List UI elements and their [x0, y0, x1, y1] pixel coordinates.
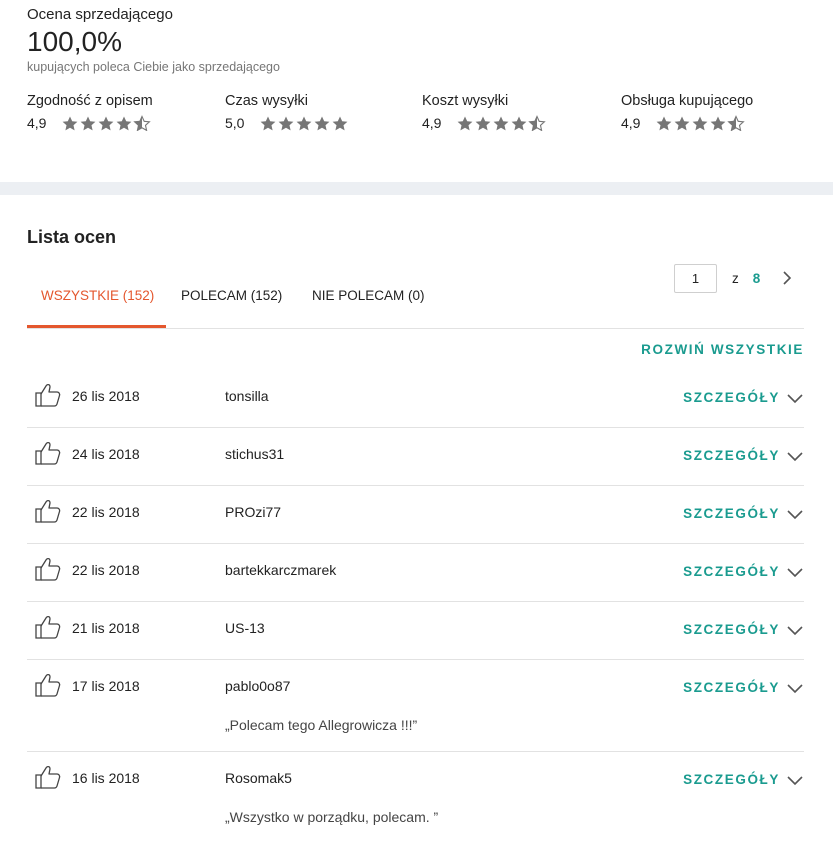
star-full-icon	[710, 116, 726, 131]
criterion-name: Koszt wysyłki	[422, 93, 509, 109]
star-rating	[456, 115, 546, 131]
details-button[interactable]: SZCZEGÓŁY	[683, 390, 780, 405]
tab-all[interactable]: WSZYSTKIE (152)	[41, 288, 154, 328]
pager-of-label: z	[732, 270, 739, 286]
chevron-down-icon[interactable]	[786, 390, 804, 406]
rating-date: 16 lis 2018	[72, 770, 140, 786]
rating-user: US-13	[225, 620, 265, 636]
active-tab-indicator	[27, 325, 166, 328]
star-full-icon	[493, 116, 509, 131]
expand-all-button[interactable]: ROZWIŃ WSZYSTKIE	[641, 342, 804, 357]
star-full-icon	[692, 116, 708, 131]
thumbs-up-icon	[35, 673, 61, 697]
chevron-right-icon	[783, 271, 792, 285]
ratings-list-title: Lista ocen	[27, 227, 117, 247]
criterion-score: 4,9	[621, 115, 641, 131]
criterion-shipping-time: Czas wysyłki 5,0	[225, 92, 415, 131]
tab-not-recommend[interactable]: NIE POLECAM (0)	[312, 288, 425, 328]
rating-row: 26 lis 2018 tonsilla SZCZEGÓŁY	[27, 370, 804, 428]
ratings-list: 26 lis 2018 tonsilla SZCZEGÓŁY 24 lis 2018 s…	[27, 370, 804, 841]
section-divider	[0, 182, 833, 195]
criterion-customer-service: Obsługa kupującego 4,9	[621, 92, 811, 131]
rating-row: 17 lis 2018 pablo0o87 SZCZEGÓŁY „Polecam te…	[27, 660, 804, 752]
rating-user: tonsilla	[225, 388, 269, 404]
criterion-name: Obsługa kupującego	[621, 93, 754, 109]
rating-row: 22 lis 2018 PROzi77 SZCZEGÓŁY	[27, 486, 804, 544]
star-full-icon	[278, 116, 294, 131]
star-full-icon	[260, 116, 276, 131]
summary-label: Ocena sprzedającego	[27, 6, 173, 23]
star-full-icon	[62, 116, 78, 131]
criterion-name: Zgodność z opisem	[27, 93, 153, 109]
next-page-button[interactable]	[779, 270, 795, 286]
rating-date: 22 lis 2018	[72, 562, 140, 578]
details-button[interactable]: SZCZEGÓŁY	[683, 622, 780, 637]
rating-user: stichus31	[225, 446, 285, 462]
star-full-icon	[116, 116, 132, 131]
rating-row: 22 lis 2018 bartekkarczmarek SZCZEGÓŁY	[27, 544, 804, 602]
star-full-icon	[296, 116, 312, 131]
star-half-icon	[528, 115, 546, 131]
rating-comment: „Wszystko w porządku, polecam. ”	[225, 809, 439, 825]
criterion-score: 5,0	[225, 115, 245, 131]
thumbs-up-icon	[35, 499, 61, 523]
details-button[interactable]: SZCZEGÓŁY	[683, 680, 780, 695]
thumbs-up-icon	[35, 615, 61, 639]
criterion-score: 4,9	[422, 115, 442, 131]
thumbs-up-icon	[35, 765, 61, 789]
star-full-icon	[656, 116, 672, 131]
rating-date: 21 lis 2018	[72, 620, 140, 636]
rating-date: 22 lis 2018	[72, 504, 140, 520]
rating-user: bartekkarczmarek	[225, 562, 337, 578]
chevron-down-icon[interactable]	[786, 564, 804, 580]
star-rating	[655, 115, 745, 131]
star-full-icon	[314, 116, 330, 131]
rating-user: pablo0o87	[225, 678, 291, 694]
star-full-icon	[332, 116, 348, 131]
star-rating	[259, 115, 349, 131]
chevron-down-icon[interactable]	[786, 506, 804, 522]
criterion-shipping-cost: Koszt wysyłki 4,9	[422, 92, 612, 131]
pager-total-pages[interactable]: 8	[753, 271, 761, 286]
star-full-icon	[457, 116, 473, 131]
chevron-down-icon[interactable]	[786, 448, 804, 464]
seller-rating-summary: Ocena sprzedającego 100,0% kupujących po…	[27, 0, 827, 182]
star-full-icon	[475, 116, 491, 131]
page-number-input[interactable]: 1	[674, 263, 717, 293]
rating-user: PROzi77	[225, 504, 282, 520]
criterion-name: Czas wysyłki	[225, 93, 308, 109]
thumbs-up-icon	[35, 441, 61, 465]
details-button[interactable]: SZCZEGÓŁY	[683, 506, 780, 521]
summary-subtitle: kupujących poleca Ciebie jako sprzedając…	[27, 60, 280, 74]
pagination: 1 z 8	[674, 263, 795, 293]
star-full-icon	[674, 116, 690, 131]
star-half-icon	[133, 115, 151, 131]
tab-recommend[interactable]: POLECAM (152)	[181, 288, 282, 328]
details-button[interactable]: SZCZEGÓŁY	[683, 448, 780, 463]
rating-row: 21 lis 2018 US-13 SZCZEGÓŁY	[27, 602, 804, 660]
star-full-icon	[98, 116, 114, 131]
rating-date: 24 lis 2018	[72, 446, 140, 462]
chevron-down-icon[interactable]	[786, 772, 804, 788]
star-half-icon	[727, 115, 745, 131]
rating-comment: „Polecam tego Allegrowicza !!!”	[225, 717, 418, 733]
chevron-down-icon[interactable]	[786, 622, 804, 638]
criterion-description: Zgodność z opisem 4,9	[27, 92, 217, 131]
rating-row: 16 lis 2018 Rosomak5 SZCZEGÓŁY „Wszystko w …	[27, 752, 804, 841]
criterion-score: 4,9	[27, 115, 47, 131]
details-button[interactable]: SZCZEGÓŁY	[683, 772, 780, 787]
thumbs-up-icon	[35, 557, 61, 581]
details-button[interactable]: SZCZEGÓŁY	[683, 564, 780, 579]
star-full-icon	[511, 116, 527, 131]
summary-value: 100,0%	[27, 26, 122, 57]
star-full-icon	[80, 116, 96, 131]
rating-date: 26 lis 2018	[72, 388, 140, 404]
chevron-down-icon[interactable]	[786, 680, 804, 696]
rating-date: 17 lis 2018	[72, 678, 140, 694]
rating-row: 24 lis 2018 stichus31 SZCZEGÓŁY	[27, 428, 804, 486]
star-rating	[61, 115, 151, 131]
rating-user: Rosomak5	[225, 770, 292, 786]
thumbs-up-icon	[35, 383, 61, 407]
